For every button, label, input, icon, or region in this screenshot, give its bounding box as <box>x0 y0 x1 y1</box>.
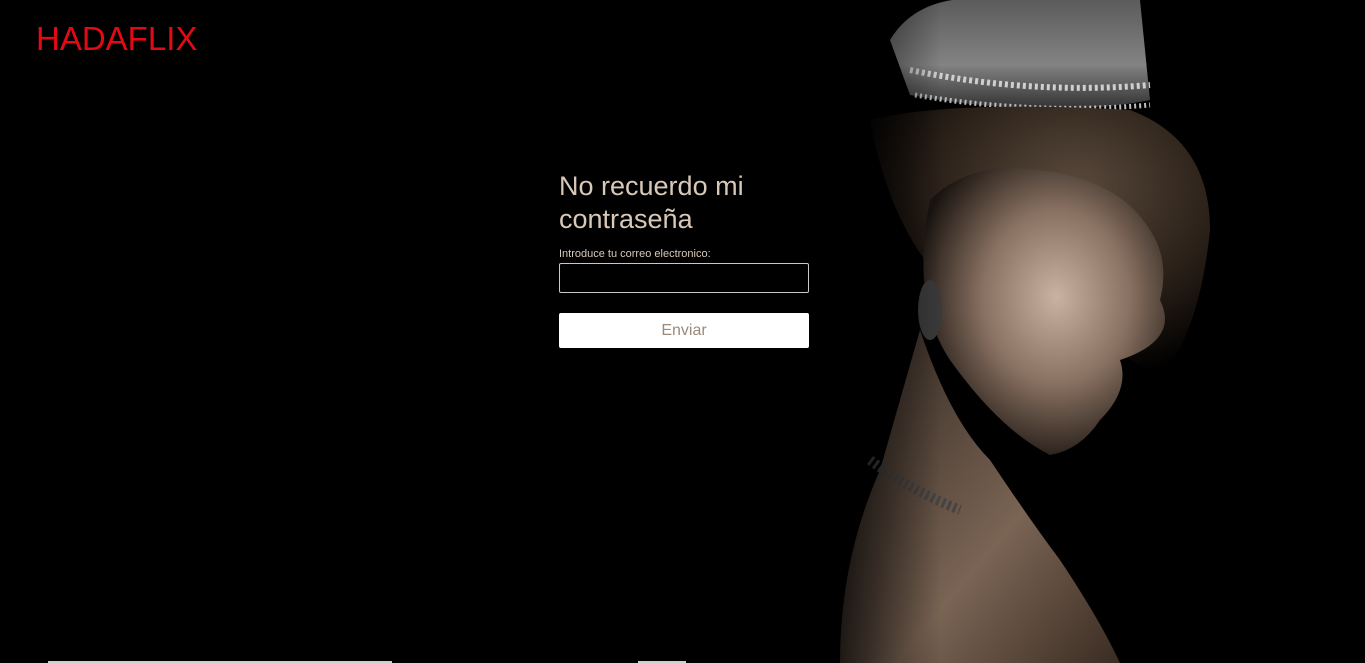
brand-logo[interactable]: HADAFLIX <box>36 20 197 58</box>
form-title: No recuerdo mi contraseña <box>559 171 744 234</box>
email-label: Introduce tu correo electronico: <box>559 248 711 260</box>
submit-button[interactable]: Enviar <box>559 313 809 348</box>
login-page: HADAFLIX No recuerdo mi contraseña Intro… <box>0 0 1365 663</box>
email-field[interactable] <box>559 263 809 293</box>
queen-portrait-image <box>800 0 1365 663</box>
reset-password-form: No recuerdo mi contraseña Introduce tu c… <box>559 170 809 348</box>
